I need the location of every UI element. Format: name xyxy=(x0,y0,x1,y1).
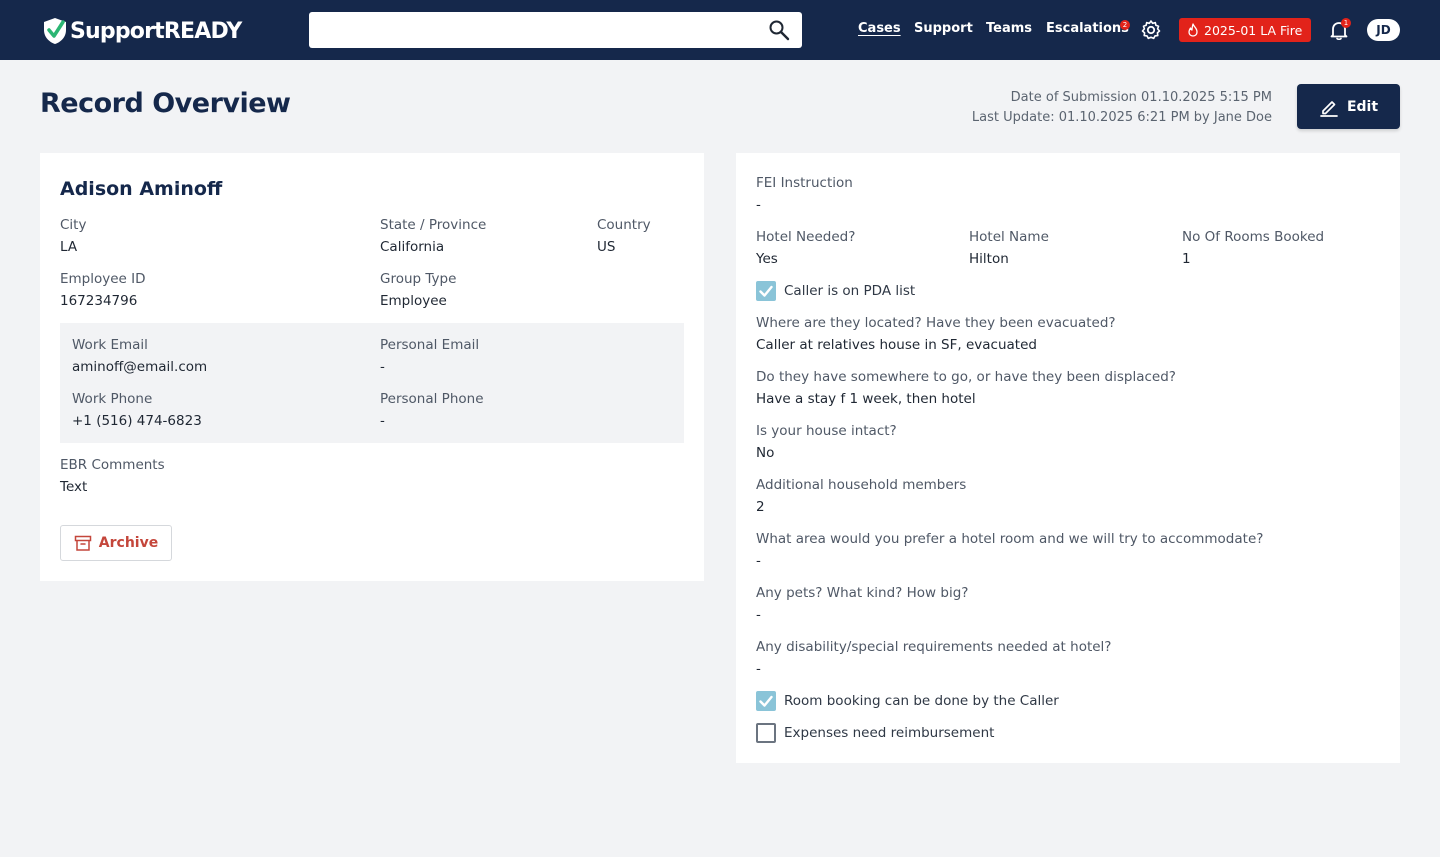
question-pets-answer: - xyxy=(756,607,761,623)
question-household-answer: 2 xyxy=(756,499,765,515)
app-logo[interactable]: SupportREADY xyxy=(42,15,242,47)
country-label: Country xyxy=(597,217,651,233)
search-input[interactable] xyxy=(309,12,749,48)
nav-cases[interactable]: Cases xyxy=(858,21,901,36)
work-email-value[interactable]: aminoff@email.com xyxy=(72,359,207,375)
question-house-label: Is your house intact? xyxy=(756,423,897,439)
search-bar xyxy=(309,12,802,48)
nav-support[interactable]: Support xyxy=(914,21,973,36)
expenses-reimbursement-checkbox[interactable] xyxy=(756,723,776,743)
employee-id-value: 167234796 xyxy=(60,293,138,309)
record-meta: Date of Submission 01.10.2025 5:15 PM La… xyxy=(972,88,1272,128)
archive-button[interactable]: Archive xyxy=(60,525,172,561)
question-pets-label: Any pets? What kind? How big? xyxy=(756,585,969,601)
checkmark-icon xyxy=(759,285,773,297)
pencil-icon xyxy=(1320,100,1338,117)
work-phone-label: Work Phone xyxy=(72,391,153,407)
work-email-label: Work Email xyxy=(72,337,148,353)
personal-phone-label: Personal Phone xyxy=(380,391,484,407)
fei-instruction-value: - xyxy=(756,197,761,213)
employee-id-label: Employee ID xyxy=(60,271,146,287)
city-label: City xyxy=(60,217,87,233)
submission-date: Date of Submission 01.10.2025 5:15 PM xyxy=(1010,90,1272,105)
nav-escalations[interactable]: Escalations xyxy=(1046,21,1129,36)
checkmark-icon xyxy=(759,695,773,707)
room-booking-checkbox[interactable] xyxy=(756,691,776,711)
group-type-value: Employee xyxy=(380,293,447,309)
last-update: Last Update: 01.10.2025 6:21 PM by Jane … xyxy=(971,110,1272,125)
expenses-reimbursement-label: Expenses need reimbursement xyxy=(784,725,995,741)
question-location-answer: Caller at relatives house in SF, evacuat… xyxy=(756,337,1037,353)
ebr-comments-label: EBR Comments xyxy=(60,457,165,473)
user-avatar[interactable]: JD xyxy=(1367,19,1400,41)
page-title: Record Overview xyxy=(40,88,291,119)
rooms-booked-label: No Of Rooms Booked xyxy=(1182,229,1325,245)
pda-list-checkbox[interactable] xyxy=(756,281,776,301)
active-incident-label: 2025-01 LA Fire xyxy=(1204,22,1303,38)
ebr-comments-value: Text xyxy=(60,479,88,495)
question-hotel-area-label: What area would you prefer a hotel room … xyxy=(756,531,1264,547)
city-value: LA xyxy=(60,239,78,255)
country-value: US xyxy=(597,239,616,255)
hotel-needed-label: Hotel Needed? xyxy=(756,229,856,245)
logo-check-icon xyxy=(42,17,68,45)
person-name: Adison Aminoff xyxy=(60,178,223,200)
contact-section: Work Email aminoff@email.com Personal Em… xyxy=(60,323,684,443)
question-displaced-label: Do they have somewhere to go, or have th… xyxy=(756,369,1176,385)
case-details-card: FEI Instruction - Hotel Needed? Yes Hote… xyxy=(736,153,1400,763)
personal-phone-value: - xyxy=(380,413,385,429)
room-booking-label: Room booking can be done by the Caller xyxy=(784,693,1059,709)
logo-text: SupportREADY xyxy=(70,18,242,44)
search-icon[interactable] xyxy=(768,19,790,41)
question-household-label: Additional household members xyxy=(756,477,967,493)
state-label: State / Province xyxy=(380,217,487,233)
rooms-booked-value: 1 xyxy=(1182,251,1191,267)
question-hotel-area-answer: - xyxy=(756,553,761,569)
question-displaced-answer: Have a stay f 1 week, then hotel xyxy=(756,391,976,407)
edit-button-label: Edit xyxy=(1346,98,1379,115)
archive-box-icon xyxy=(74,535,92,551)
pda-list-label: Caller is on PDA list xyxy=(784,283,916,299)
escalations-count-badge: 2 xyxy=(1120,20,1130,30)
personal-email-label: Personal Email xyxy=(380,337,480,353)
top-navigation-bar: SupportREADY Cases Support Teams Escalat… xyxy=(0,0,1440,60)
active-incident-button[interactable]: 2025-01 LA Fire xyxy=(1179,18,1311,42)
hotel-needed-value: Yes xyxy=(756,251,778,267)
personal-email-value: - xyxy=(380,359,385,375)
work-phone-value[interactable]: +1 (516) 474-6823 xyxy=(72,413,202,429)
question-house-answer: No xyxy=(756,445,775,461)
settings-gear-icon[interactable] xyxy=(1140,19,1162,41)
nav-teams[interactable]: Teams xyxy=(986,21,1032,36)
archive-button-label: Archive xyxy=(98,535,159,551)
notifications-count-badge: 1 xyxy=(1341,18,1351,28)
question-location-label: Where are they located? Have they been e… xyxy=(756,315,1116,331)
edit-button[interactable]: Edit xyxy=(1297,84,1400,129)
state-value: California xyxy=(380,239,445,255)
group-type-label: Group Type xyxy=(380,271,457,287)
question-disability-answer: - xyxy=(756,661,761,677)
question-disability-label: Any disability/special requirements need… xyxy=(756,639,1112,655)
fire-icon xyxy=(1188,23,1198,37)
hotel-name-value: Hilton xyxy=(969,251,1009,267)
hotel-name-label: Hotel Name xyxy=(969,229,1049,245)
person-card: Adison Aminoff City LA State / Province … xyxy=(40,153,704,581)
fei-instruction-label: FEI Instruction xyxy=(756,175,853,191)
